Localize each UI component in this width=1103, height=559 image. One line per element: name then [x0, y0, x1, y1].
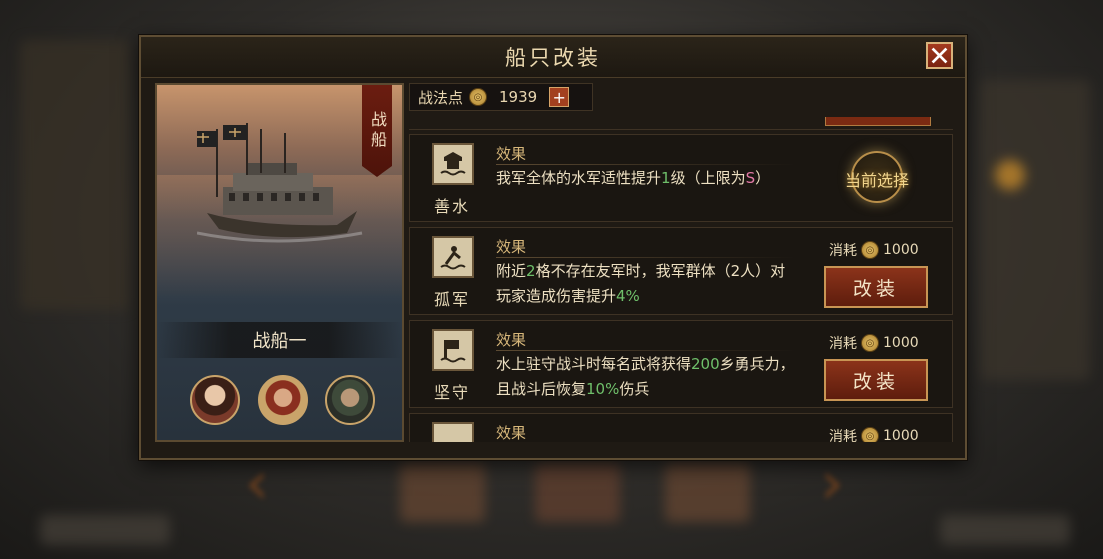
effect-description: 附近2格不存在友军时，我军群体（2人）对玩家造成伤害提升4%: [496, 262, 786, 305]
list-row-partial-top: [409, 117, 953, 130]
modification-row-jianshou: 坚守 效果 水上驻守战斗时每名武将获得200乡勇兵力，且战斗后恢复10%伤兵 消…: [409, 320, 953, 408]
cost-value: 1000: [883, 335, 919, 351]
ship-modify-dialog: 船只改装 战船 战船一 战法点 ◎ 1939 + 善水 效果 我军全体的水军适性…: [139, 35, 967, 460]
effect-description: 水上驻守战斗时每名武将获得200乡勇兵力，且战斗后恢复10%伤兵: [496, 355, 795, 398]
general-avatar-3[interactable]: [325, 375, 375, 425]
modify-button[interactable]: 改装: [824, 359, 928, 401]
ship-name: 战船一: [157, 322, 402, 358]
modification-row-partial: 效果 消耗 ◎ 1000: [409, 413, 953, 442]
modification-name: 坚守: [433, 383, 470, 402]
effect-label: 效果: [496, 238, 527, 256]
effect-label: 效果: [496, 145, 527, 163]
modification-list[interactable]: 善水 效果 我军全体的水军适性提升1级（上限为S） 当前选择 孤军 效果 附近2…: [409, 117, 953, 442]
general-avatar-2[interactable]: [257, 375, 308, 425]
coin-icon: ◎: [861, 241, 879, 259]
add-points-button[interactable]: +: [549, 87, 570, 107]
modify-button[interactable]: 改装: [824, 266, 928, 308]
coin-icon: ◎: [861, 334, 879, 352]
cost-display: 消耗 ◎ 1000: [829, 333, 919, 353]
tactic-points-label: 战法点: [418, 88, 464, 107]
cost-label: 消耗: [829, 336, 857, 352]
tactic-points-bar: 战法点 ◎ 1939 +: [409, 83, 593, 111]
cost-display: 消耗 ◎ 1000: [829, 426, 919, 442]
ship-type-banner: 战船: [362, 85, 392, 177]
ship-preview-panel: 战船 战船一: [155, 83, 404, 442]
effect-description: 我军全体的水军适性提升1级（上限为S）: [496, 169, 771, 187]
cost-label: 消耗: [829, 243, 857, 259]
general-avatars: [190, 375, 375, 431]
coin-icon: ◎: [469, 88, 488, 106]
modification-row-gujun: 孤军 效果 附近2格不存在友军时，我军群体（2人）对玩家造成伤害提升4% 消耗 …: [409, 227, 953, 315]
cost-display: 消耗 ◎ 1000: [829, 240, 919, 260]
jianshou-icon: [432, 329, 474, 371]
effect-label: 效果: [496, 424, 527, 442]
close-button[interactable]: [926, 42, 953, 69]
gujun-icon: [432, 236, 474, 278]
coin-icon: ◎: [861, 427, 879, 442]
modification-name: 孤军: [433, 290, 470, 309]
shanshui-icon: [432, 143, 474, 185]
cost-value: 1000: [883, 242, 919, 258]
current-selection-label: 当前选择: [844, 171, 909, 190]
close-icon: [931, 47, 948, 64]
dialog-title: 船只改装: [505, 46, 601, 70]
dialog-title-bar: 船只改装: [141, 37, 965, 78]
tactic-points-value: 1939: [499, 88, 538, 106]
modification-icon: [432, 422, 474, 442]
effect-label: 效果: [496, 331, 527, 349]
cost-label: 消耗: [829, 429, 857, 442]
modification-row-shanshui: 善水 效果 我军全体的水军适性提升1级（上限为S） 当前选择: [409, 134, 953, 222]
warship-illustration: [197, 123, 363, 243]
modification-name: 善水: [433, 197, 470, 216]
general-avatar-1[interactable]: [190, 375, 240, 425]
cost-value: 1000: [883, 428, 919, 442]
